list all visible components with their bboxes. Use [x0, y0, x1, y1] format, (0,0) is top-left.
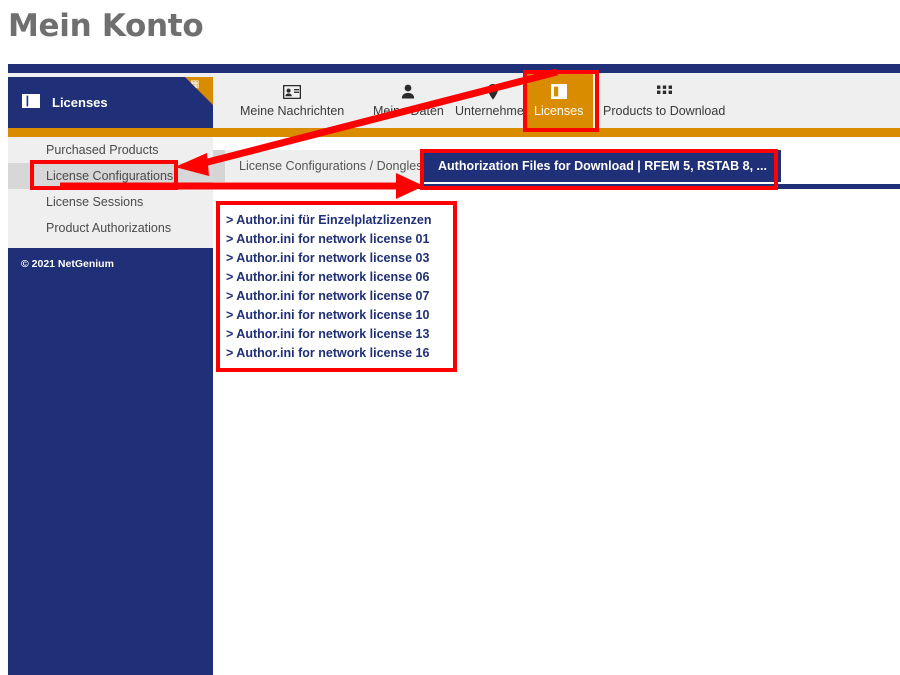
tab-label: Licenses	[534, 103, 584, 118]
tab-products-to-download[interactable]: Products to Download	[593, 73, 735, 128]
sidebar-header-label: Licenses	[52, 95, 108, 110]
sidebar-item-license-sessions[interactable]: License Sessions	[8, 189, 213, 215]
top-accent-bar	[8, 64, 900, 73]
sidebar-item-product-authorizations[interactable]: Product Authorizations	[8, 215, 213, 241]
download-link[interactable]: > Author.ini für Einzelplatzlizenzen	[226, 211, 452, 230]
download-link[interactable]: > Author.ini for network license 06	[226, 268, 452, 287]
orange-accent-bar	[8, 128, 900, 137]
subtab-label: License Configurations / Dongles	[239, 159, 423, 173]
tab-licenses[interactable]: Licenses	[524, 73, 594, 128]
copyright-text: © 2021 NetGenium	[21, 258, 114, 270]
tab-label: Meine Daten	[373, 103, 444, 118]
sidebar-header[interactable]: Licenses ▦	[8, 77, 213, 128]
sidebar-item-purchased-products[interactable]: Purchased Products	[8, 137, 213, 163]
grid-dots-icon	[656, 84, 672, 100]
download-link[interactable]: > Author.ini for network license 13	[226, 325, 452, 344]
sidebar-item-label: License Sessions	[46, 195, 144, 209]
subtab-label: Authorization Files for Download | RFEM …	[438, 159, 767, 173]
tab-label: Meine Nachrichten	[240, 103, 345, 118]
tab-meine-nachrichten[interactable]: Meine Nachrichten	[230, 73, 354, 128]
download-link[interactable]: > Author.ini for network license 16	[226, 344, 452, 363]
sidebar-footer: © 2021 NetGenium	[8, 248, 213, 675]
sub-navigation-bar: License Configurations / Dongles Authori…	[213, 150, 900, 188]
sidebar-menu: Purchased Products License Configuration…	[8, 137, 213, 248]
page-title: Mein Konto	[8, 8, 204, 44]
tab-meine-daten[interactable]: Meine Daten	[363, 73, 454, 128]
table-grid-icon[interactable]: ▦	[185, 77, 213, 105]
location-pin-icon	[487, 83, 499, 100]
app-screen: Mein Konto Meine Nachrichten Meine Daten…	[0, 0, 900, 675]
tab-label: Unternehmen	[455, 103, 531, 118]
sidebar-item-label: License Configurations	[46, 169, 174, 183]
sidebar-item-label: Purchased Products	[46, 143, 159, 157]
download-link[interactable]: > Author.ini for network license 01	[226, 230, 452, 249]
columns-icon	[22, 94, 40, 111]
download-link[interactable]: > Author.ini for network license 10	[226, 306, 452, 325]
license-card-icon	[550, 84, 567, 100]
subtab-license-configurations-dongles[interactable]: License Configurations / Dongles	[225, 150, 437, 182]
sidebar-item-label: Product Authorizations	[46, 221, 172, 235]
sidebar-item-license-configurations[interactable]: License Configurations	[8, 163, 213, 189]
subtab-authorization-files-for-download[interactable]: Authorization Files for Download | RFEM …	[424, 150, 781, 182]
id-card-icon	[283, 84, 302, 100]
download-links-list: > Author.ini für Einzelplatzlizenzen > A…	[226, 211, 452, 363]
content-divider	[222, 184, 900, 189]
person-icon	[401, 84, 415, 100]
download-link[interactable]: > Author.ini for network license 03	[226, 249, 452, 268]
tab-label: Products to Download	[603, 103, 726, 118]
download-link[interactable]: > Author.ini for network license 07	[226, 287, 452, 306]
